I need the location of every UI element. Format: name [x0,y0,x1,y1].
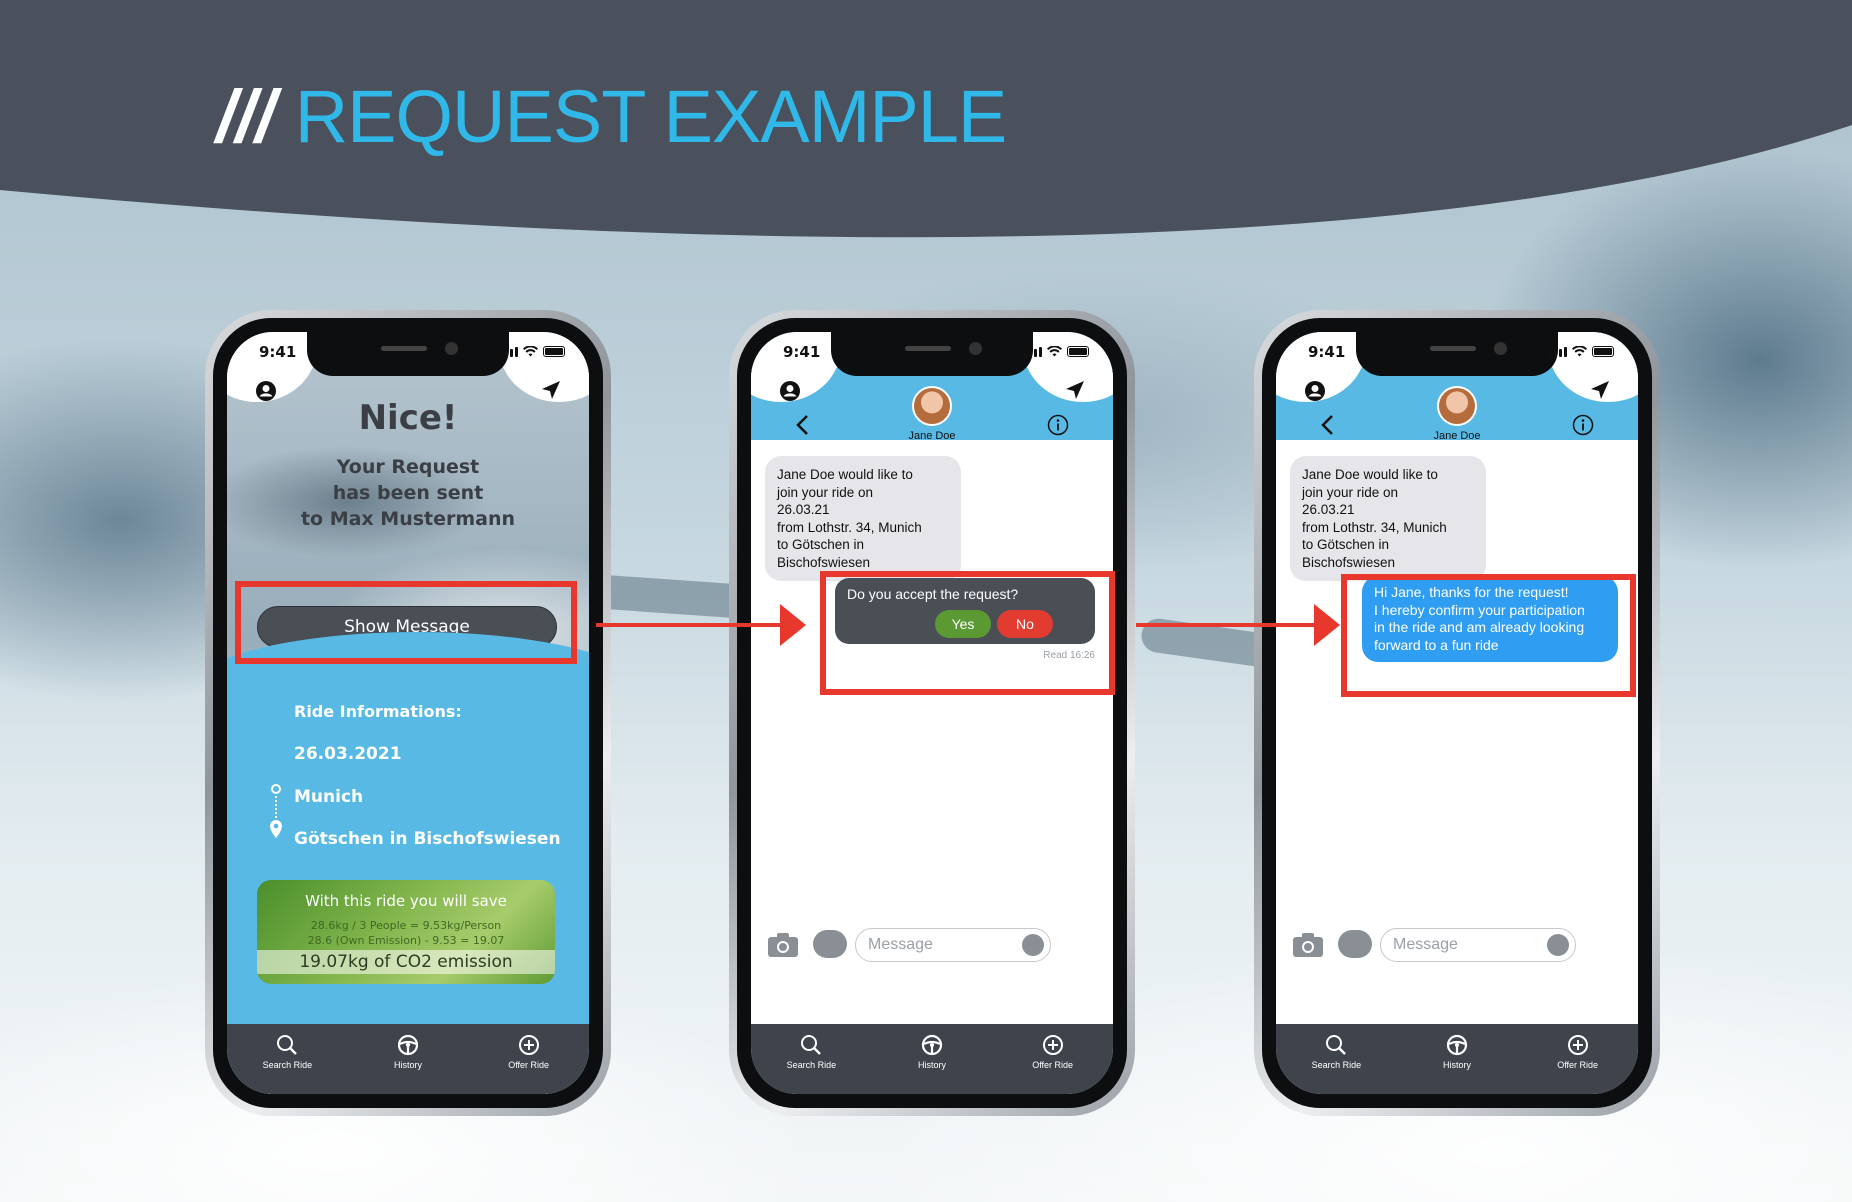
app-store-icon[interactable] [813,930,847,958]
flow-arrow [1136,604,1340,646]
co2-savings-card: With this ride you will save 28.6kg / 3 … [257,880,555,984]
route-line [275,796,277,818]
tab-history[interactable]: History [892,1034,972,1094]
destination-pin-icon [270,820,282,838]
status-time: 9:41 [783,343,821,361]
incoming-message: Jane Doe would like to join your ride on… [1290,456,1486,581]
microphone-icon[interactable] [1547,934,1569,956]
plus-circle-icon [518,1035,539,1055]
highlight-accept-request [820,571,1115,695]
contact-avatar[interactable] [1437,386,1477,426]
title-text: REQUEST EXAMPLE [294,75,1008,158]
location-arrow-icon[interactable] [541,380,561,400]
battery-icon [1592,346,1614,357]
wifi-icon [523,346,538,357]
search-icon [801,1035,822,1055]
steering-wheel-icon [1446,1034,1468,1056]
phone-chat-reply: 9:41 Jane Doe Jane Doe would like to joi… [1254,310,1660,1116]
status-bar: 9:41 [227,332,589,376]
tab-search-ride[interactable]: Search Ride [1296,1034,1376,1094]
status-time: 9:41 [259,343,297,361]
ride-info-label: Ride Informations: [294,702,462,721]
app-store-icon[interactable] [1338,930,1372,958]
ride-destination: Götschen in Bischofswiesen [294,829,561,849]
origin-dot-icon [271,784,281,794]
tab-history[interactable]: History [1417,1034,1497,1094]
profile-icon[interactable] [255,380,277,402]
message-input[interactable]: Message [855,928,1051,962]
back-chevron-icon[interactable] [795,414,809,436]
microphone-icon[interactable] [1022,934,1044,956]
incoming-message: Jane Doe would like to join your ride on… [765,456,961,581]
profile-icon[interactable] [1304,380,1326,402]
tab-history[interactable]: History [368,1034,448,1094]
steering-wheel-icon [921,1034,943,1056]
plus-circle-icon [1567,1035,1588,1055]
info-icon[interactable] [1572,414,1594,436]
tab-search-ride[interactable]: Search Ride [771,1034,851,1094]
status-bar: 9:41 [1276,332,1638,376]
tab-bar: Search Ride History Offer Ride [1276,1024,1638,1094]
status-bar: 9:41 [751,332,1113,376]
tab-search-ride[interactable]: Search Ride [247,1034,327,1094]
back-chevron-icon[interactable] [1320,414,1334,436]
ride-date: 26.03.2021 [294,744,402,764]
co2-savings-calculation: 28.6kg / 3 People = 9.53kg/Person 28.6 (… [307,919,505,947]
tab-offer-ride[interactable]: Offer Ride [489,1034,569,1094]
confirmation-screen: 9:41 Nice! Your Request has been sent to… [227,332,589,1094]
battery-icon [1067,346,1089,357]
battery-icon [543,346,565,357]
highlight-show-message [235,581,577,664]
message-composer: Message [751,924,1113,968]
wifi-icon [1572,346,1587,357]
signal-icon [500,346,518,357]
search-icon [277,1035,298,1055]
highlight-reply [1341,574,1636,697]
page-title: /// REQUEST EXAMPLE [216,74,1008,159]
tab-bar: Search Ride History Offer Ride [227,1024,589,1094]
chat-reply-screen: 9:41 Jane Doe Jane Doe would like to joi… [1276,332,1638,1094]
message-composer: Message [1276,924,1638,968]
tab-offer-ride[interactable]: Offer Ride [1538,1034,1618,1094]
flow-arrow [596,604,806,646]
ride-origin: Munich [294,787,364,807]
co2-savings-title: With this ride you will save [305,892,507,910]
info-icon[interactable] [1047,414,1069,436]
message-input[interactable]: Message [1380,928,1576,962]
camera-icon[interactable] [1292,932,1324,958]
tab-offer-ride[interactable]: Offer Ride [1013,1034,1093,1094]
success-message: Your Request has been sent to Max Muster… [300,456,516,530]
phone-confirmation: 9:41 Nice! Your Request has been sent to… [205,310,611,1116]
chat-request-screen: 9:41 Jane Doe Jane Doe would like to joi… [751,332,1113,1094]
co2-savings-result: 19.07kg of CO2 emission [257,950,555,974]
location-arrow-icon[interactable] [1065,380,1085,400]
steering-wheel-icon [397,1034,419,1056]
wifi-icon [1047,346,1062,357]
status-time: 9:41 [1308,343,1346,361]
success-headline: Nice! [358,398,458,438]
phone-chat-request: 9:41 Jane Doe Jane Doe would like to joi… [729,310,1135,1116]
camera-icon[interactable] [767,932,799,958]
title-slashes: /// [216,75,276,158]
signal-icon [1024,346,1042,357]
contact-avatar[interactable] [912,386,952,426]
profile-icon[interactable] [779,380,801,402]
plus-circle-icon [1042,1035,1063,1055]
search-icon [1326,1035,1347,1055]
signal-icon [1549,346,1567,357]
location-arrow-icon[interactable] [1590,380,1610,400]
tab-bar: Search Ride History Offer Ride [751,1024,1113,1094]
